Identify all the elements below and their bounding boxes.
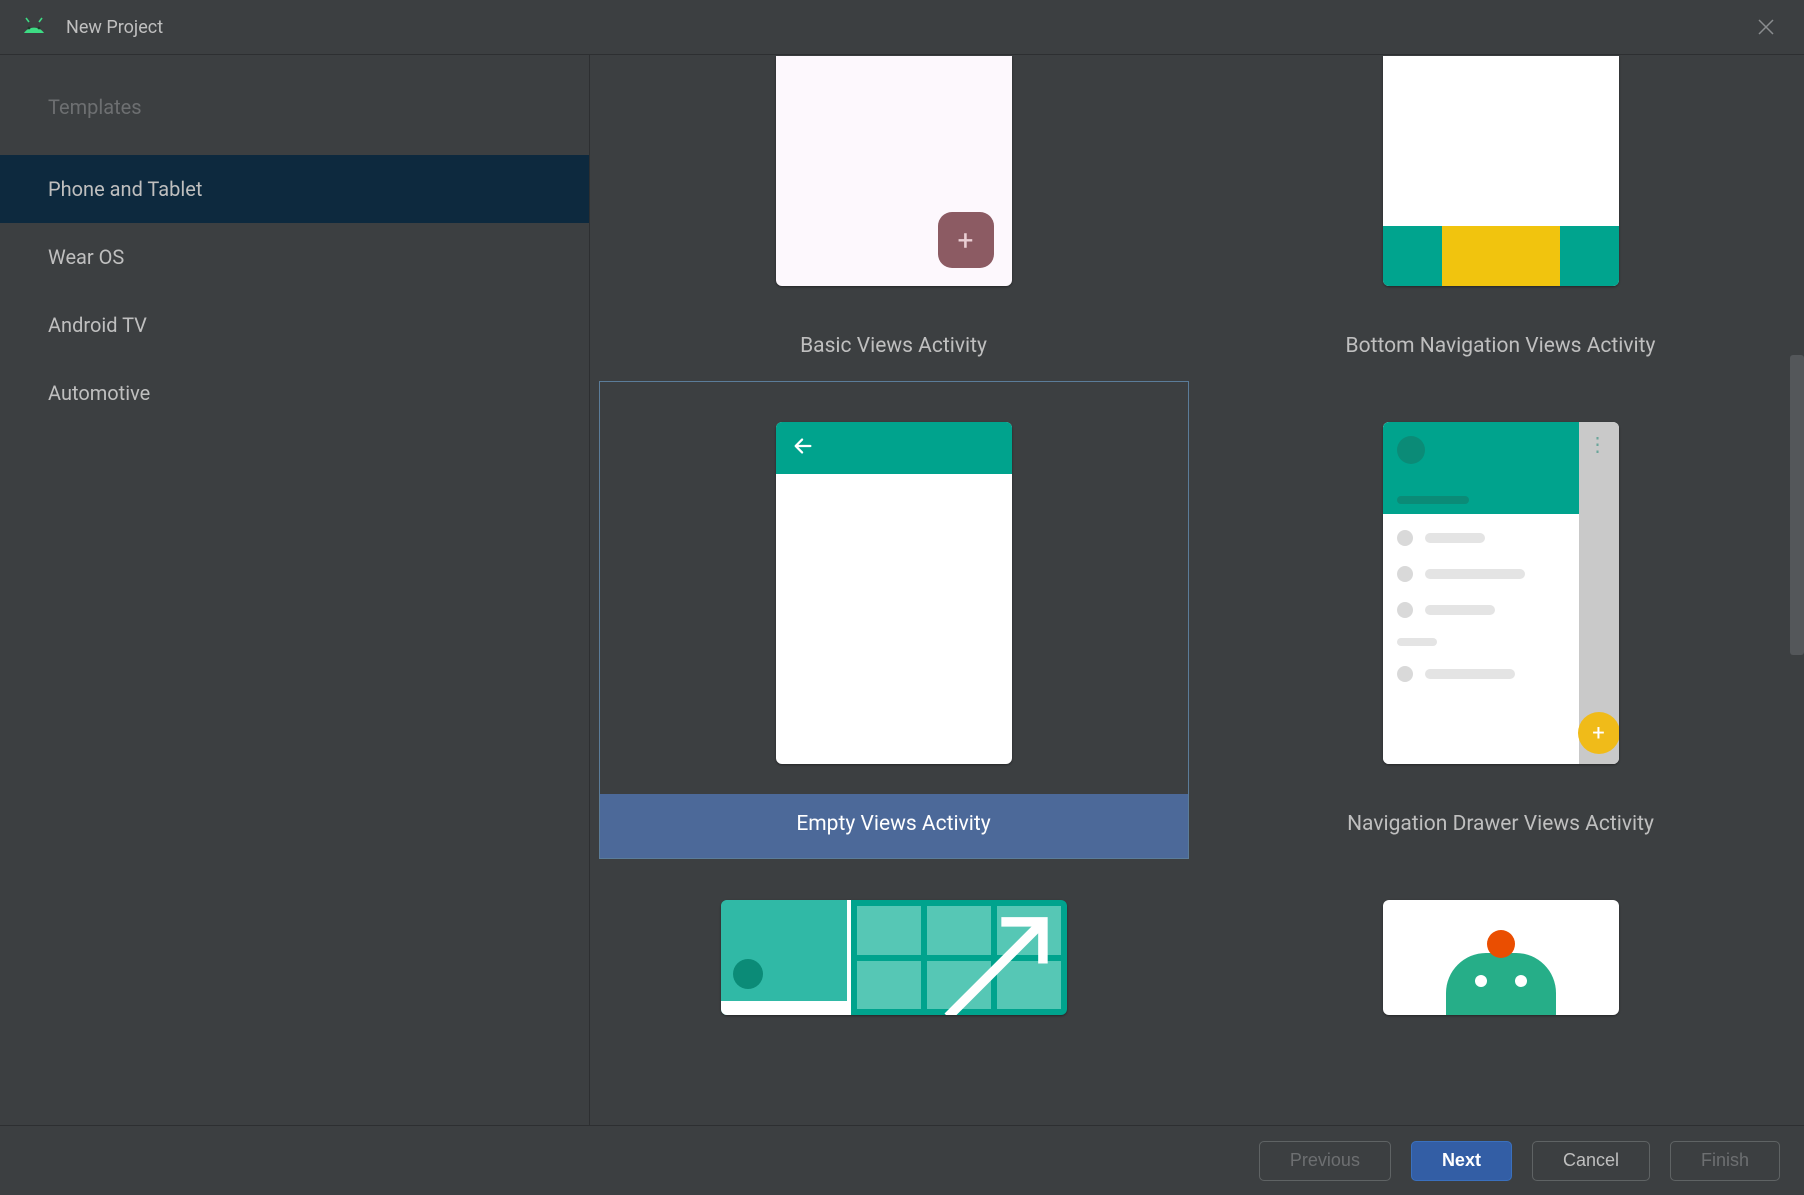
close-icon[interactable] <box>1758 19 1774 35</box>
template-navigation-drawer-views-activity[interactable]: ⋮ + Navigation Drawer Views Activity <box>1206 381 1796 859</box>
sidebar-heading: Templates <box>0 95 589 155</box>
previous-button[interactable]: Previous <box>1259 1141 1391 1181</box>
expand-arrow-icon <box>936 910 1055 1015</box>
sidebar-item-label: Wear OS <box>48 245 124 269</box>
template-label: Basic Views Activity <box>600 316 1188 380</box>
template-bottom-navigation-views-activity[interactable]: Bottom Navigation Views Activity <box>1206 55 1796 381</box>
sidebar-item-android-tv[interactable]: Android TV <box>0 291 589 359</box>
template-label: Navigation Drawer Views Activity <box>1207 794 1795 858</box>
next-button[interactable]: Next <box>1411 1141 1512 1181</box>
finish-button[interactable]: Finish <box>1670 1141 1780 1181</box>
template-preview: ⋮ + <box>1383 382 1619 794</box>
kebab-menu-icon: ⋮ <box>1588 432 1610 456</box>
template-gallery[interactable]: + Basic Views Activity <box>590 55 1804 1125</box>
dialog-title: New Project <box>66 17 1758 38</box>
template-preview <box>1383 860 1619 1015</box>
sidebar-item-automotive[interactable]: Automotive <box>0 359 589 427</box>
titlebar: New Project <box>0 0 1804 55</box>
template-basic-views-activity[interactable]: + Basic Views Activity <box>599 55 1189 381</box>
template-preview <box>721 860 1067 1015</box>
cancel-button[interactable]: Cancel <box>1532 1141 1650 1181</box>
template-label: Empty Views Activity <box>600 794 1188 858</box>
template-label: Bottom Navigation Views Activity <box>1207 316 1795 380</box>
dialog-body: Templates Phone and Tablet Wear OS Andro… <box>0 55 1804 1125</box>
sidebar: Templates Phone and Tablet Wear OS Andro… <box>0 55 590 1125</box>
sidebar-item-label: Phone and Tablet <box>48 177 202 201</box>
template-preview <box>776 382 1012 794</box>
android-icon <box>20 17 48 37</box>
template-preview <box>1383 56 1619 316</box>
plus-icon: + <box>1578 712 1619 754</box>
plus-icon: + <box>938 212 994 268</box>
template-card-partial[interactable] <box>599 859 1189 1016</box>
new-project-dialog: New Project Templates Phone and Tablet W… <box>0 0 1804 1195</box>
sidebar-item-wear-os[interactable]: Wear OS <box>0 223 589 291</box>
sidebar-item-phone-tablet[interactable]: Phone and Tablet <box>0 155 589 223</box>
sidebar-item-label: Android TV <box>48 313 147 337</box>
template-card-partial[interactable] <box>1206 859 1796 1016</box>
scrollbar-thumb[interactable] <box>1790 355 1804 655</box>
back-arrow-icon <box>792 435 814 461</box>
dialog-footer: Previous Next Cancel Finish <box>0 1125 1804 1195</box>
template-preview: + <box>776 56 1012 316</box>
template-empty-views-activity[interactable]: Empty Views Activity <box>599 381 1189 859</box>
sidebar-item-label: Automotive <box>48 381 150 405</box>
